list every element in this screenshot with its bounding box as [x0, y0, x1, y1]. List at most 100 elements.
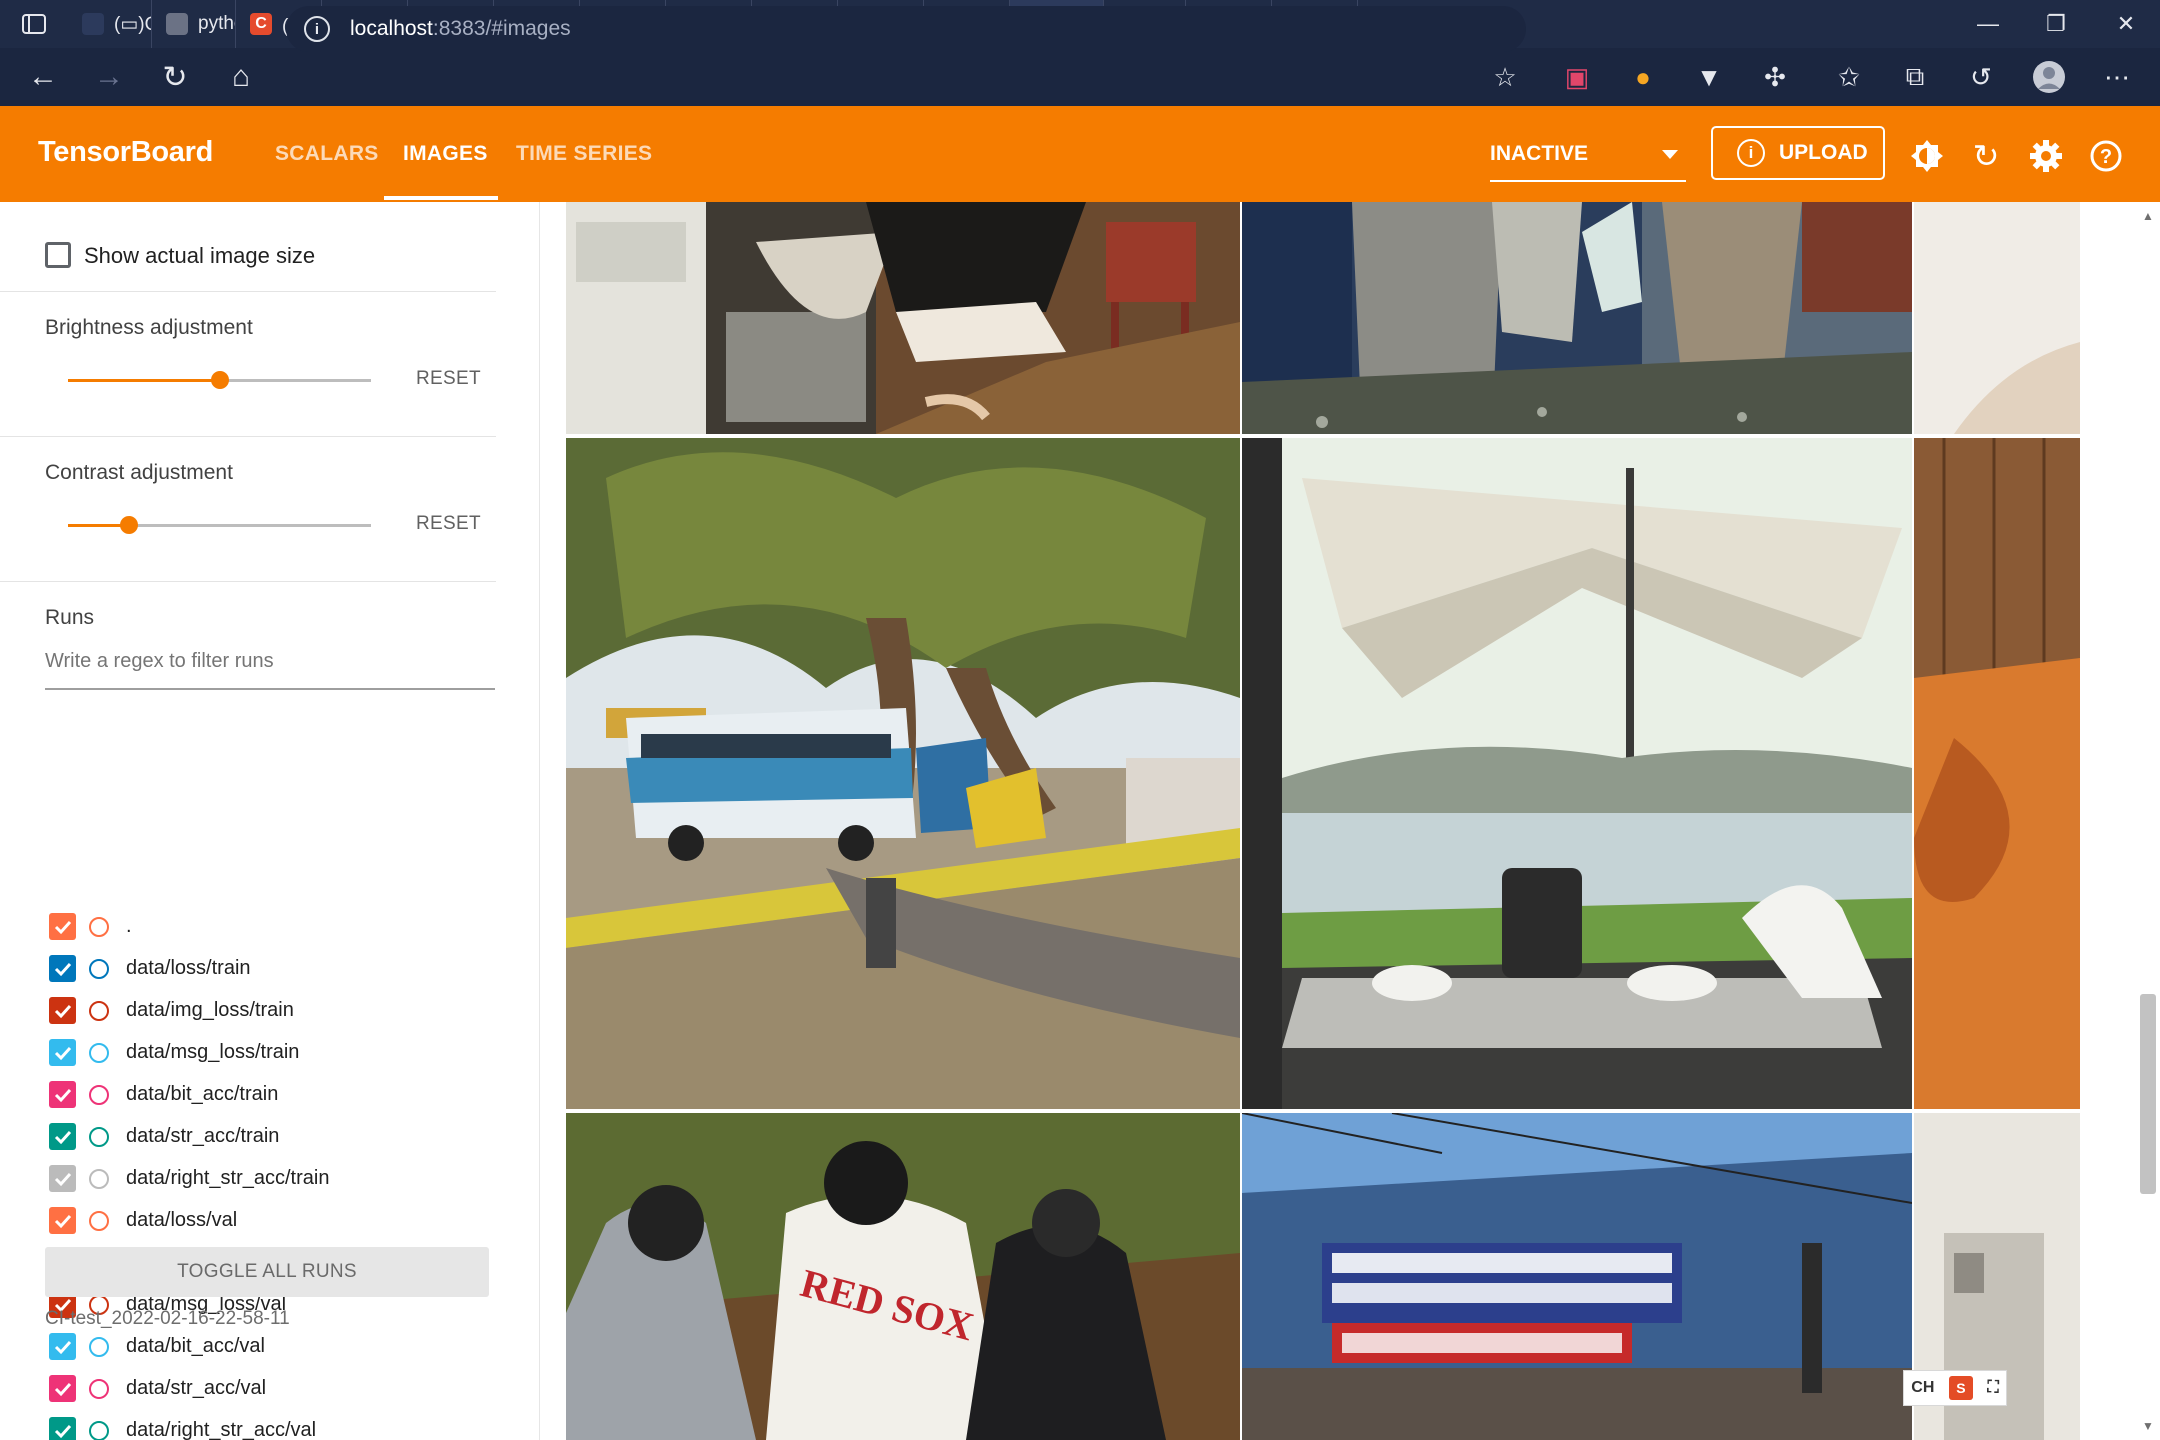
run-checkbox[interactable] — [49, 1081, 76, 1108]
refresh-icon[interactable]: ↻ — [142, 48, 208, 106]
run-color-swatch[interactable] — [89, 1127, 109, 1147]
toggle-all-runs-button[interactable]: TOGGLE ALL RUNS — [45, 1247, 489, 1297]
extensions-icon[interactable]: ✣ — [1742, 48, 1808, 106]
run-checkbox[interactable] — [49, 1375, 76, 1402]
close-window-icon[interactable]: ✕ — [2092, 0, 2160, 48]
show-actual-size-checkbox[interactable] — [45, 242, 71, 268]
scroll-up-icon[interactable]: ▲ — [2140, 208, 2156, 224]
run-checkbox[interactable] — [49, 1207, 76, 1234]
run-filter-field[interactable] — [45, 650, 495, 690]
run-row[interactable]: data/msg_loss/train — [49, 1035, 499, 1069]
forward-icon[interactable]: → — [76, 48, 142, 106]
image-card-baseball[interactable]: RED SOX — [566, 1113, 1240, 1440]
run-checkbox[interactable] — [49, 913, 76, 940]
run-checkbox[interactable] — [49, 1123, 76, 1150]
run-row[interactable]: data/bit_acc/val — [49, 1329, 499, 1363]
more-options-icon[interactable]: ⋯ — [2084, 48, 2150, 106]
run-name: data/right_str_acc/val — [126, 1419, 317, 1440]
scroll-down-icon[interactable]: ▼ — [2140, 1418, 2156, 1434]
run-row[interactable]: data/bit_acc/train — [49, 1077, 499, 1111]
run-color-swatch[interactable] — [89, 1337, 109, 1357]
image-card-bus-street[interactable] — [566, 438, 1240, 1109]
address-bar[interactable]: i localhost:8383/#images — [286, 6, 1526, 52]
run-row[interactable]: . — [49, 909, 499, 943]
extension-icon[interactable]: ● — [1610, 48, 1676, 106]
history-icon[interactable]: ↺ — [1948, 48, 2014, 106]
run-checkbox[interactable] — [49, 997, 76, 1024]
page-scrollbar[interactable]: ▲ ▼ — [2136, 202, 2160, 1440]
back-icon[interactable]: ← — [10, 48, 76, 106]
brightness-slider-thumb[interactable] — [210, 371, 229, 389]
ime-toolbar[interactable]: CH S ⛶ — [1903, 1370, 2007, 1406]
run-filter-input[interactable] — [45, 650, 495, 673]
run-row[interactable]: data/str_acc/val — [49, 1371, 499, 1405]
contrast-slider-thumb[interactable] — [119, 516, 138, 534]
browser-tab[interactable]: python — [152, 0, 236, 48]
brightness-slider-fill — [68, 379, 220, 382]
run-row[interactable]: data/right_str_acc/train — [49, 1161, 499, 1195]
run-color-swatch[interactable] — [89, 1421, 109, 1440]
scrollbar-thumb[interactable] — [2140, 994, 2156, 1194]
csdn-icon: C — [250, 13, 272, 35]
divider — [0, 291, 496, 292]
run-checkbox[interactable] — [49, 1039, 76, 1066]
image-card-kitchen[interactable] — [566, 202, 1240, 434]
run-color-swatch[interactable] — [89, 1169, 109, 1189]
run-checkbox[interactable] — [49, 1333, 76, 1360]
image-partial-blank — [1914, 202, 2080, 434]
contrast-reset-button[interactable]: RESET — [416, 513, 481, 535]
run-name: data/str_acc/train — [126, 1125, 280, 1147]
home-icon[interactable]: ⌂ — [208, 48, 274, 106]
reload-icon[interactable]: ↻ — [1966, 136, 2006, 176]
run-checkbox[interactable] — [49, 1165, 76, 1192]
image-card-seated-people[interactable] — [1242, 202, 1912, 434]
address-path: :8383/#images — [432, 17, 571, 40]
restore-icon[interactable]: ❐ — [2022, 0, 2090, 48]
extension-icon[interactable]: ▣ — [1544, 48, 1610, 106]
tab-scalars[interactable]: SCALARS — [275, 142, 379, 166]
vpn-extension-icon[interactable]: ▼ — [1676, 48, 1742, 106]
run-color-swatch[interactable] — [89, 959, 109, 979]
run-row[interactable]: data/right_str_acc/val — [49, 1413, 499, 1440]
image-card-street-signs[interactable] — [1242, 1113, 1912, 1440]
image-card-partial[interactable] — [1914, 202, 2080, 434]
run-color-swatch[interactable] — [89, 1211, 109, 1231]
help-icon[interactable]: ? — [2086, 136, 2126, 176]
minimize-icon[interactable]: — — [1954, 0, 2022, 48]
browser-tab[interactable]: (▭)Ope — [68, 0, 152, 48]
run-row[interactable]: data/loss/train — [49, 951, 499, 985]
profile-avatar[interactable] — [2016, 48, 2082, 106]
upload-label: UPLOAD — [1779, 141, 1868, 164]
browser-tab-title: python — [198, 13, 235, 34]
run-row[interactable]: data/img_loss/train — [49, 993, 499, 1027]
image-card-partial[interactable] — [1914, 438, 2080, 1109]
brightness-reset-button[interactable]: RESET — [416, 368, 481, 390]
run-row[interactable]: data/str_acc/train — [49, 1119, 499, 1153]
settings-gear-icon[interactable] — [2026, 136, 2066, 176]
tab-time-series[interactable]: TIME SERIES — [516, 142, 652, 166]
run-row[interactable]: data/loss/val — [49, 1203, 499, 1237]
run-color-swatch[interactable] — [89, 1001, 109, 1021]
collections-icon[interactable]: ⧉ — [1882, 48, 1948, 106]
theme-toggle-icon[interactable] — [1907, 136, 1947, 176]
image-card-umbrella-table[interactable] — [1242, 438, 1912, 1109]
run-color-swatch[interactable] — [89, 1043, 109, 1063]
favorites-icon[interactable]: ✩ — [1816, 48, 1882, 106]
run-color-swatch[interactable] — [89, 917, 109, 937]
image-kitchen — [566, 202, 1240, 434]
run-checkbox[interactable] — [49, 955, 76, 982]
plugin-select-dropdown[interactable]: INACTIVE — [1490, 142, 1686, 182]
site-info-icon[interactable]: i — [304, 16, 330, 42]
upload-button[interactable]: i UPLOAD — [1711, 126, 1885, 180]
run-name: . — [126, 915, 132, 937]
checkmark-icon — [54, 1046, 71, 1060]
checkmark-icon — [54, 1340, 71, 1354]
tab-actions-icon[interactable] — [0, 0, 68, 48]
add-favorite-icon[interactable]: ☆ — [1472, 48, 1538, 106]
run-color-swatch[interactable] — [89, 1085, 109, 1105]
tab-images[interactable]: IMAGES — [403, 142, 488, 166]
chevron-down-icon — [1662, 150, 1678, 159]
run-color-swatch[interactable] — [89, 1379, 109, 1399]
run-checkbox[interactable] — [49, 1417, 76, 1440]
checkmark-icon — [54, 1424, 71, 1438]
